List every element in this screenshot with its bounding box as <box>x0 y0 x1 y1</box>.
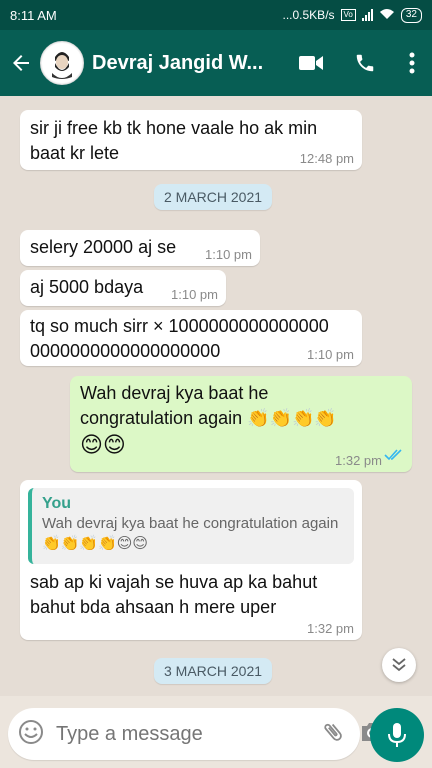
status-time: 8:11 AM <box>10 7 57 23</box>
network-speed: ...0.5KB/s <box>282 8 335 22</box>
scroll-down-button[interactable] <box>382 648 416 682</box>
read-ticks-icon <box>384 443 404 468</box>
mic-icon <box>388 723 406 747</box>
message-incoming-reply[interactable]: You Wah devraj kya baat he congratulatio… <box>20 480 362 640</box>
message-time: 1:10 pm <box>171 287 218 302</box>
signal-icon <box>361 9 373 21</box>
phone-icon[interactable] <box>338 52 392 74</box>
message-incoming[interactable]: selery 20000 aj se 1:10 pm <box>20 230 260 266</box>
message-text: aj 5000 bdaya <box>30 277 144 297</box>
contact-avatar[interactable] <box>40 41 84 85</box>
message-incoming[interactable]: sir ji free kb tk hone vaale ho ak min b… <box>20 110 362 170</box>
message-text: bahut bda ahsaan h mere uper <box>30 597 277 617</box>
chat-header: Devraj Jangid W... <box>0 30 432 96</box>
message-text: selery 20000 aj se <box>30 237 177 257</box>
volte-icon: Vo <box>340 9 356 21</box>
double-chevron-down-icon <box>392 658 406 672</box>
back-arrow-icon[interactable] <box>2 51 40 75</box>
mic-button[interactable] <box>370 708 424 762</box>
quoted-message[interactable]: You Wah devraj kya baat he congratulatio… <box>28 488 354 564</box>
message-outgoing[interactable]: Wah devraj kya baat he congratulation ag… <box>70 376 412 472</box>
contact-name[interactable]: Devraj Jangid W... <box>92 52 284 75</box>
status-bar: 8:11 AM ...0.5KB/s Vo 32 <box>0 0 432 30</box>
status-indicators: ...0.5KB/s Vo 32 <box>282 7 422 23</box>
message-text: Wah devraj kya baat he <box>80 383 269 403</box>
message-incoming[interactable]: aj 5000 bdaya 1:10 pm <box>20 270 226 306</box>
message-time: 1:10 pm <box>205 247 252 262</box>
quote-text: Wah devraj kya baat he congratulation ag… <box>42 515 339 552</box>
message-time: 1:32 pm <box>335 453 382 468</box>
message-text: congratulation again 👏👏👏👏 <box>80 408 337 428</box>
message-time: 12:48 pm <box>299 151 354 166</box>
man-with-beard-avatar-icon <box>42 43 82 83</box>
attach-icon[interactable] <box>321 720 345 749</box>
more-vert-icon[interactable] <box>392 52 432 74</box>
date-separator: 3 MARCH 2021 <box>154 658 273 684</box>
message-composer <box>8 708 382 760</box>
message-text: sab ap ki vajah se huva ap ka bahut <box>30 572 318 592</box>
message-text: tq so much sirr × 1000000000000000 <box>30 316 329 336</box>
battery-indicator: 32 <box>400 7 422 23</box>
date-separator: 2 MARCH 2021 <box>154 184 273 210</box>
message-incoming[interactable]: tq so much sirr × 1000000000000000 00000… <box>20 310 362 366</box>
emoji-icon[interactable] <box>18 719 44 750</box>
message-text: sir ji free kb tk hone vaale ho ak min <box>30 118 318 138</box>
message-input[interactable] <box>56 722 321 746</box>
wifi-icon <box>379 8 395 23</box>
video-call-icon[interactable] <box>284 53 338 73</box>
message-time: 1:10 pm <box>307 347 354 362</box>
message-text: 0000000000000000000 <box>30 341 221 361</box>
chat-area[interactable]: sir ji free kb tk hone vaale ho ak min b… <box>0 96 432 696</box>
quote-author: You <box>42 495 72 512</box>
message-time: 1:32 pm <box>307 621 354 636</box>
